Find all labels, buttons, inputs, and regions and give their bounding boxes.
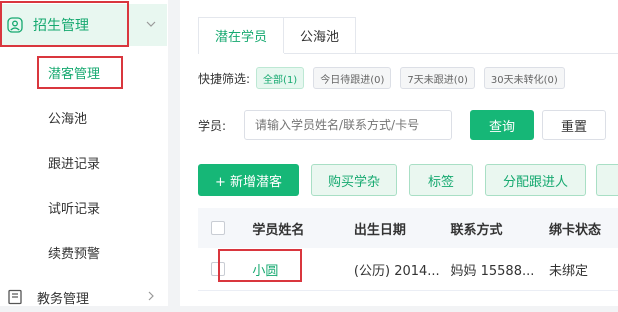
sidebar-group-label: 教务管理 <box>37 291 90 307</box>
tab-public-pool[interactable]: 公海池 <box>284 17 357 53</box>
highlight-box <box>37 56 123 89</box>
add-prospect-button[interactable]: + 新增潜客 <box>198 164 299 196</box>
quick-filter-label: 快捷筛选: <box>198 71 251 86</box>
buy-supplies-button[interactable]: 购买学杂 <box>311 164 397 196</box>
query-button[interactable]: 查询 <box>470 110 534 140</box>
sidebar-item-label: 跟进记录 <box>48 156 101 172</box>
select-all-checkbox[interactable] <box>210 221 225 235</box>
highlight-box <box>218 249 302 282</box>
sidebar-item-trial-records[interactable]: 试听记录 <box>0 185 168 229</box>
tab-label: 潜在学员 <box>215 30 268 45</box>
tag-button[interactable]: 标签 <box>409 164 473 196</box>
highlight-box <box>0 1 129 47</box>
book-icon <box>8 289 22 305</box>
card-status-cell: 未绑定 <box>549 263 589 279</box>
table-header: 学员姓名 出生日期 联系方式 绑卡状态 <box>198 208 618 248</box>
sidebar-group-academic[interactable]: 教务管理 <box>0 282 168 312</box>
sidebar-item-follow-records[interactable]: 跟进记录 <box>0 140 168 184</box>
sidebar-item-public-pool[interactable]: 公海池 <box>0 95 168 139</box>
filter-chip-7days[interactable]: 7天未跟进(0) <box>400 67 475 89</box>
contact-cell: 妈妈 15588... <box>450 263 535 279</box>
student-label: 学员: <box>198 118 227 133</box>
sidebar: 招生管理 潜客管理 公海池 跟进记录 试听记录 续费预警 教务管理 <box>0 0 168 307</box>
filter-chip-today-follow[interactable]: 今日待跟进(0) <box>313 67 392 89</box>
column-header: 联系方式 <box>450 222 503 238</box>
column-header: 绑卡状态 <box>549 222 602 238</box>
student-search-input[interactable] <box>244 110 452 140</box>
quick-filter: 快捷筛选: 全部(1) 今日待跟进(0) 7天未跟进(0) 30天未转化(0) <box>198 67 574 89</box>
sidebar-item-label: 公海池 <box>48 111 88 127</box>
tab-potential-students[interactable]: 潜在学员 <box>198 17 285 53</box>
reset-button[interactable]: 重置 <box>542 110 606 140</box>
chevron-right-icon[interactable] <box>146 290 156 302</box>
column-header: 学员姓名 <box>252 222 305 238</box>
sidebar-item-label: 试听记录 <box>48 201 101 217</box>
chevron-down-icon[interactable] <box>145 18 157 30</box>
tab-label: 公海池 <box>300 30 340 45</box>
more-button[interactable] <box>596 164 618 196</box>
sidebar-item-label: 续费预警 <box>48 246 101 262</box>
column-header: 出生日期 <box>353 222 406 238</box>
filter-chip-30days[interactable]: 30天未转化(0) <box>483 67 565 89</box>
sidebar-item-renewal-alert[interactable]: 续费预警 <box>0 230 168 274</box>
birth-cell: (公历) 2014... <box>353 263 440 279</box>
tab-bar: 潜在学员 公海池 <box>198 17 357 53</box>
filter-chip-all[interactable]: 全部(1) <box>256 67 305 89</box>
action-toolbar: + 新增潜客 购买学杂 标签 分配跟进人 <box>198 164 618 196</box>
assign-follower-button[interactable]: 分配跟进人 <box>485 164 586 196</box>
student-search-row: 学员: 查询 重置 <box>198 110 606 140</box>
